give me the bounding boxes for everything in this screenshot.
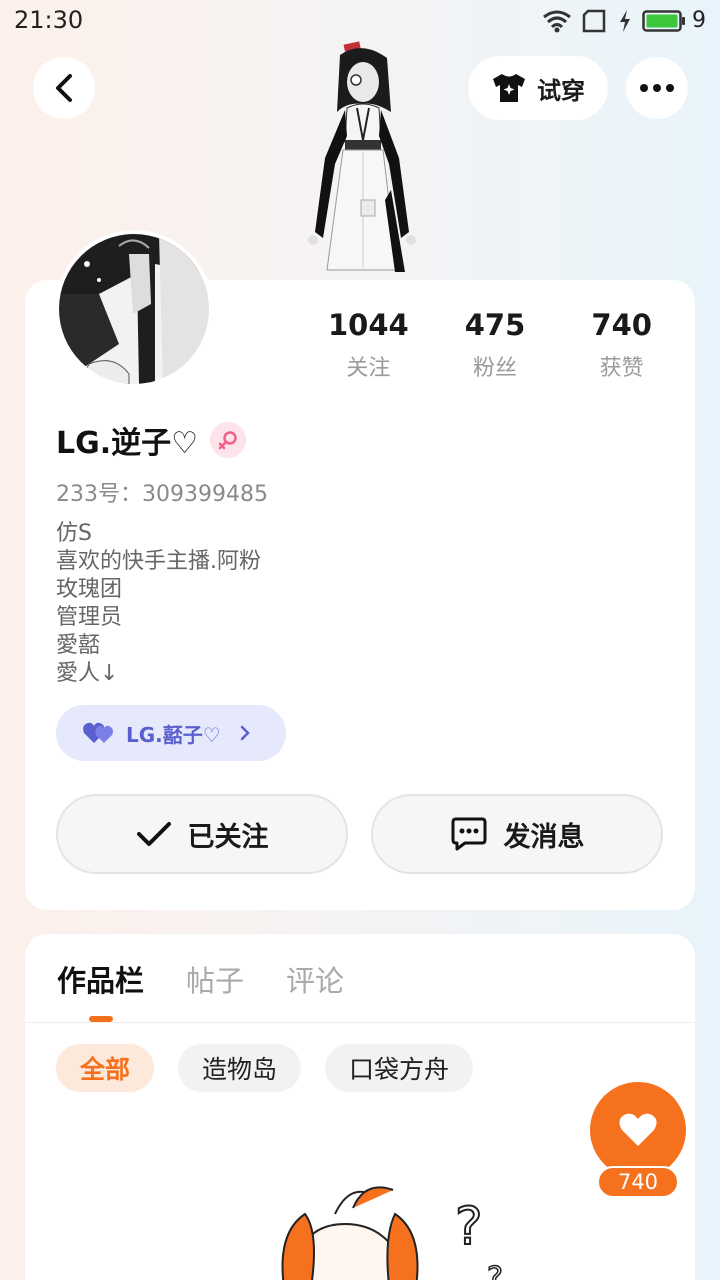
chat-bubble-icon xyxy=(451,817,486,851)
stat-followers-label: 粉丝 xyxy=(473,356,518,381)
follow-label: 已关注 xyxy=(187,821,269,853)
back-button[interactable] xyxy=(33,57,95,119)
bio: 仿S 喜欢的快手主播.阿粉 玫瑰团 管理员 愛嚭 愛人↓ xyxy=(56,520,261,688)
chip-pocket-ark[interactable]: 口袋方舟 xyxy=(325,1044,474,1092)
empty-state-illustration: ? ? xyxy=(281,1186,504,1280)
charging-icon xyxy=(620,9,630,32)
partner-name: LG.嚭子♡ xyxy=(126,722,221,747)
chevron-right-icon xyxy=(240,725,250,741)
chip-creation-island[interactable]: 造物岛 xyxy=(178,1044,302,1092)
profile-stats: 1044 关注 475 粉丝 740 获赞 xyxy=(305,308,685,382)
gender-badge xyxy=(210,422,247,458)
tab-comments[interactable]: 评论 xyxy=(286,958,344,1000)
female-icon xyxy=(218,431,237,450)
bio-line: 愛人↓ xyxy=(56,661,119,686)
stat-likes[interactable]: 740 获赞 xyxy=(558,308,685,382)
stat-likes-label: 获赞 xyxy=(599,356,644,381)
chip-all[interactable]: 全部 xyxy=(56,1044,155,1092)
heart-icon xyxy=(619,1113,657,1146)
like-button[interactable] xyxy=(590,1082,686,1178)
tab-works[interactable]: 作品栏 xyxy=(57,958,144,1000)
works-tabs: 作品栏 帖子 评论 xyxy=(57,958,344,1000)
status-time: 21:30 xyxy=(14,6,84,34)
tshirt-icon xyxy=(493,74,525,102)
stat-following-value: 1044 xyxy=(327,308,409,342)
username: LG.逆子♡ xyxy=(56,426,199,461)
profile-avatar[interactable] xyxy=(55,230,213,388)
tab-posts[interactable]: 帖子 xyxy=(186,958,244,1000)
stat-followers-value: 475 xyxy=(464,308,526,342)
svg-text:?: ? xyxy=(455,1197,483,1257)
avatar-image xyxy=(59,234,209,384)
avatar-character-image[interactable] xyxy=(295,40,430,280)
svg-text:?: ? xyxy=(487,1261,503,1280)
wifi-icon xyxy=(543,10,571,32)
try-on-button[interactable]: 试穿 xyxy=(468,56,608,120)
user-id: 233号：309399485 xyxy=(56,482,268,507)
try-on-label: 试穿 xyxy=(537,76,585,105)
battery-icon xyxy=(642,9,685,32)
more-button[interactable] xyxy=(626,57,688,119)
battery-level: 9 xyxy=(692,8,706,33)
message-button[interactable]: 发消息 xyxy=(371,794,663,874)
follow-button[interactable]: 已关注 xyxy=(56,794,348,874)
check-icon xyxy=(136,822,171,846)
bio-line: 愛嚭 xyxy=(56,633,101,658)
bio-line: 管理员 xyxy=(56,605,123,630)
like-count: 740 xyxy=(597,1166,679,1198)
bio-line: 仿S xyxy=(56,521,92,546)
partner-link[interactable]: LG.嚭子♡ xyxy=(56,705,286,761)
message-label: 发消息 xyxy=(503,821,585,853)
status-icons: 9 xyxy=(542,8,706,33)
stat-following[interactable]: 1044 关注 xyxy=(305,308,432,382)
sim-card-icon xyxy=(582,9,606,32)
double-heart-icon xyxy=(83,722,113,743)
bio-line: 玫瑰团 xyxy=(56,577,123,602)
username-row: LG.逆子♡ xyxy=(56,418,247,462)
more-icon xyxy=(640,84,674,92)
stat-following-label: 关注 xyxy=(346,356,391,381)
filter-chips: 全部 造物岛 口袋方舟 xyxy=(56,1044,474,1092)
tab-divider xyxy=(25,1022,695,1023)
status-bar: 21:30 9 xyxy=(0,0,720,44)
stat-followers[interactable]: 475 粉丝 xyxy=(432,308,559,382)
stat-likes-value: 740 xyxy=(591,308,652,342)
chevron-left-icon xyxy=(56,74,72,102)
bio-line: 喜欢的快手主播.阿粉 xyxy=(56,549,261,574)
